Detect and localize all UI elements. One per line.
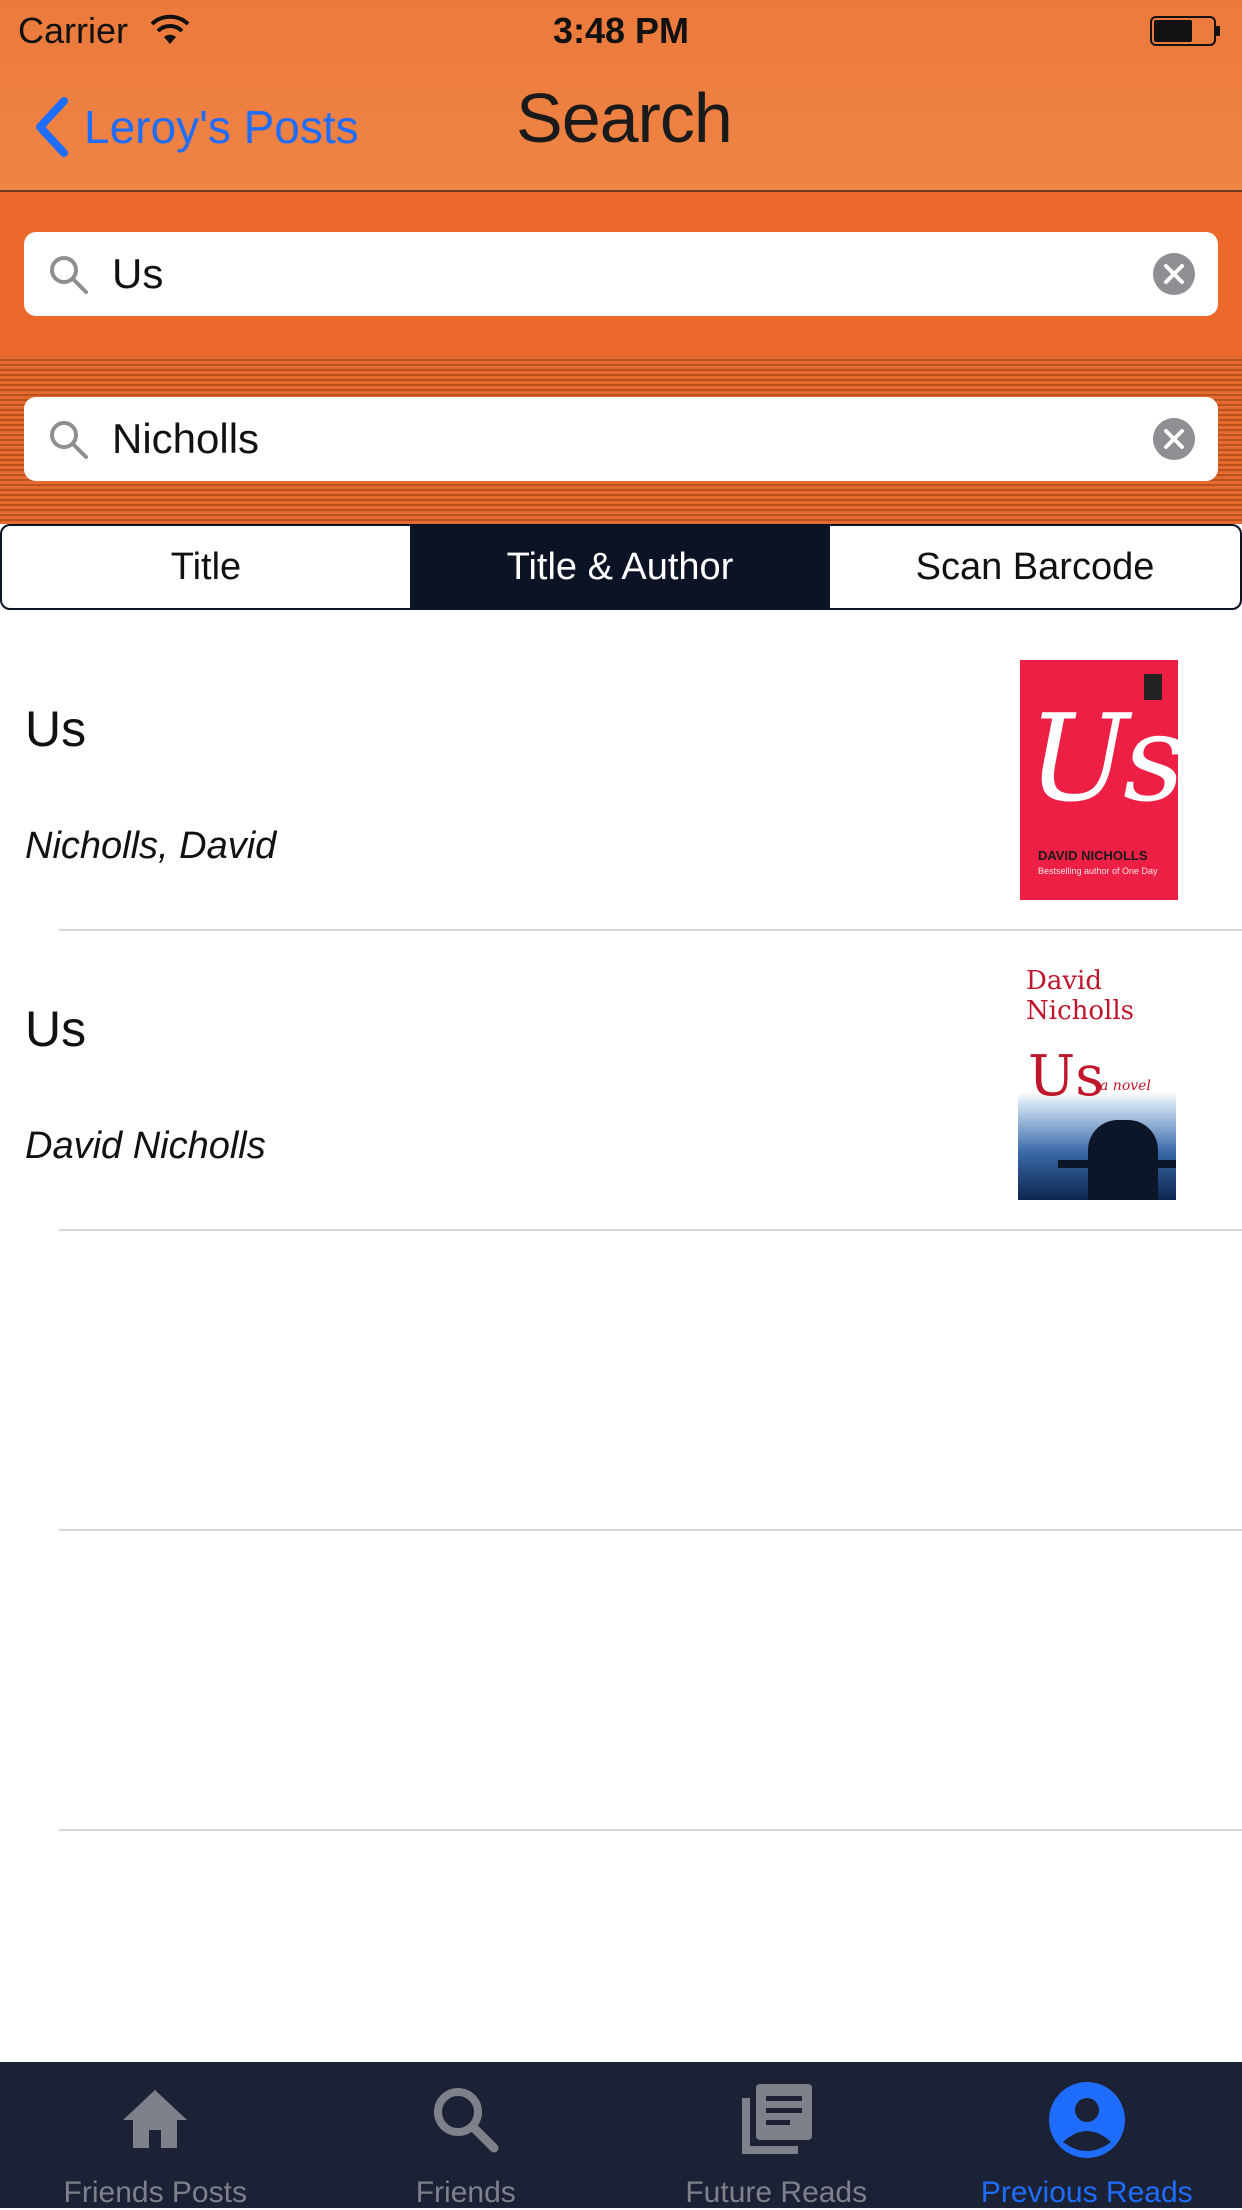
chevron-left-icon [30, 95, 74, 159]
result-row[interactable]: Us Nicholls, David Us DAVID NICHOLLS Bes… [0, 630, 1242, 930]
home-icon [115, 2080, 195, 2160]
cover-title: Us [1028, 690, 1178, 829]
tab-bar: Friends Posts Friends Future Reads Previ… [0, 2062, 1242, 2208]
result-title: Us [25, 1000, 86, 1058]
back-button[interactable]: Leroy's Posts [30, 92, 359, 162]
search-icon [426, 2080, 506, 2160]
row-separator [59, 1529, 1242, 1531]
cover-title: Us [1028, 1044, 1104, 1109]
author-search-bar: Nicholls [0, 356, 1242, 524]
tab-label: Previous Reads [932, 2176, 1242, 2210]
tab-friends-posts[interactable]: Friends Posts [0, 2062, 311, 2208]
cover-author: DAVID NICHOLLS [1038, 848, 1148, 863]
title-search-input[interactable]: Us [24, 232, 1218, 316]
result-author: Nicholls, David [25, 825, 276, 868]
book-cover: DavidNicholls Us a novel [1018, 960, 1176, 1200]
author-search-value: Nicholls [112, 415, 1152, 463]
row-separator [59, 1229, 1242, 1231]
book-stack-icon [736, 2080, 816, 2160]
search-icon [46, 252, 90, 296]
search-mode-segmented-control: Title Title & Author Scan Barcode [0, 524, 1242, 610]
tab-label: Friends [311, 2176, 622, 2210]
page-title: Search [516, 78, 732, 158]
cover-tagline: Bestselling author of One Day [1038, 866, 1158, 876]
segment-title-author[interactable]: Title & Author [412, 526, 828, 608]
clear-icon[interactable] [1152, 252, 1196, 296]
author-search-input[interactable]: Nicholls [24, 397, 1218, 481]
status-time: 3:48 PM [0, 10, 1242, 52]
tab-friends[interactable]: Friends [311, 2062, 622, 2208]
result-author: David Nicholls [25, 1125, 266, 1168]
search-icon [46, 417, 90, 461]
cover-couple-silhouette [1088, 1120, 1158, 1200]
cover-author-line1: David [1026, 966, 1102, 996]
account-circle-icon [1047, 2080, 1127, 2160]
cover-subtitle: a novel [1100, 1078, 1151, 1094]
segment-title[interactable]: Title [2, 526, 412, 608]
navigation-bar: Carrier 3:48 PM Leroy's Posts Search [0, 0, 1242, 192]
tab-label: Future Reads [621, 2176, 932, 2210]
title-search-value: Us [112, 250, 1152, 298]
tab-future-reads[interactable]: Future Reads [621, 2062, 932, 2208]
tab-label: Friends Posts [0, 2176, 311, 2210]
result-title: Us [25, 700, 86, 758]
result-row[interactable]: Us David Nicholls DavidNicholls Us a nov… [0, 930, 1242, 1230]
tab-previous-reads[interactable]: Previous Reads [932, 2062, 1242, 2208]
clear-icon[interactable] [1152, 417, 1196, 461]
cover-author: DavidNicholls [1026, 966, 1134, 1026]
row-separator [59, 1829, 1242, 1831]
segment-scan-barcode[interactable]: Scan Barcode [828, 526, 1240, 608]
title-search-bar: Us [0, 192, 1242, 356]
back-button-label: Leroy's Posts [84, 100, 359, 154]
cover-author-line2: Nicholls [1026, 996, 1134, 1026]
book-cover: Us DAVID NICHOLLS Bestselling author of … [1020, 660, 1178, 900]
battery-icon [1150, 16, 1222, 46]
